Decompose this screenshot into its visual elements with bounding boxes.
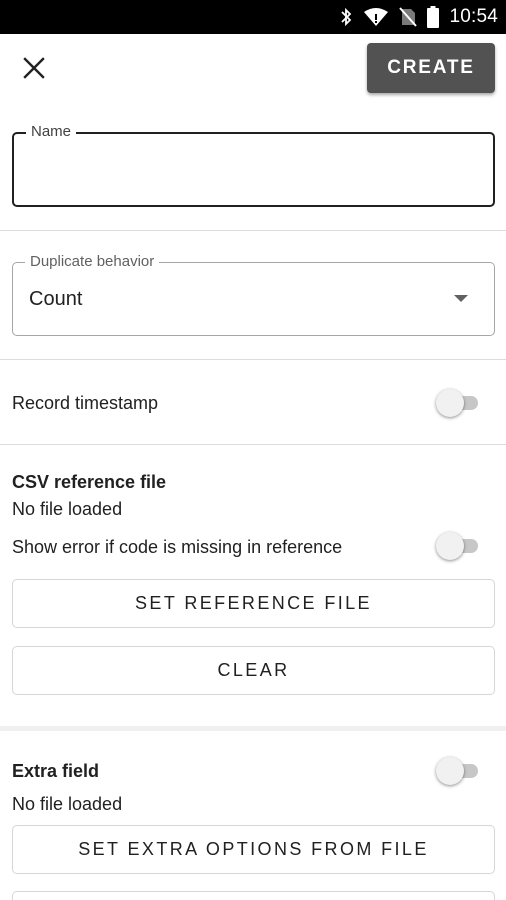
set-extra-options-button[interactable]: SET EXTRA OPTIONS FROM FILE (12, 825, 495, 874)
csv-reference-status: No file loaded (12, 499, 123, 519)
duplicate-behavior-select[interactable]: Duplicate behavior Count (12, 253, 495, 336)
extra-field-title: Extra field (12, 761, 100, 781)
set-reference-file-button[interactable]: SET REFERENCE FILE (12, 579, 495, 628)
record-timestamp-label: Record timestamp (12, 393, 159, 413)
clear-button[interactable]: CLEAR (12, 646, 495, 695)
name-field-label: Name (26, 123, 77, 141)
battery-icon (427, 6, 440, 28)
duplicate-behavior-value: Count (29, 288, 83, 310)
status-bar: 10:54 (0, 0, 506, 34)
wifi-icon (363, 7, 389, 27)
close-icon (23, 56, 45, 84)
divider (0, 230, 506, 231)
extra-field-switch[interactable] (436, 757, 484, 785)
record-timestamp-switch[interactable] (436, 389, 484, 417)
duplicate-behavior-label: Duplicate behavior (25, 253, 160, 271)
close-button[interactable] (16, 52, 52, 88)
csv-reference-title: CSV reference file (12, 472, 167, 492)
status-icons: 10:54 (339, 0, 498, 34)
divider (0, 444, 506, 445)
dropdown-arrow-icon (454, 295, 468, 302)
show-error-label: Show error if code is missing in referen… (12, 537, 343, 557)
switch-thumb (436, 389, 464, 417)
section-divider (0, 726, 506, 731)
extra-field-status: No file loaded (12, 794, 123, 814)
divider (0, 359, 506, 360)
create-button[interactable]: CREATE (367, 43, 495, 93)
switch-thumb (436, 757, 464, 785)
next-button-partial[interactable] (12, 891, 495, 900)
bluetooth-icon (339, 7, 353, 27)
switch-thumb (436, 532, 464, 560)
show-error-switch[interactable] (436, 532, 484, 560)
no-sim-icon (399, 7, 418, 27)
status-time: 10:54 (449, 6, 498, 27)
name-field[interactable]: Name (12, 123, 495, 207)
